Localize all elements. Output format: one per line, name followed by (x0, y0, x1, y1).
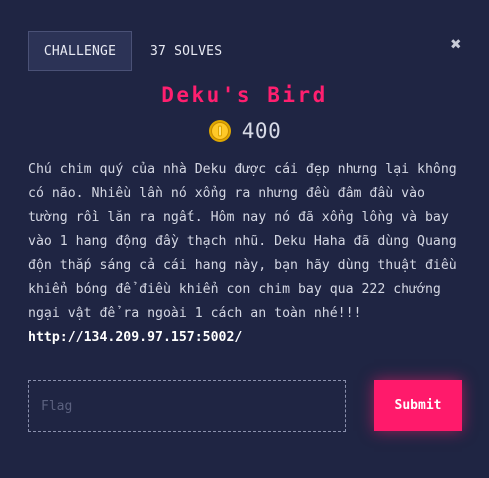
challenge-description: Chú chim quý của nhà Deku được cái đẹp n… (28, 162, 457, 321)
tab-challenge[interactable]: CHALLENGE (28, 31, 132, 71)
challenge-points: 400 (0, 119, 489, 143)
modal-tabs: CHALLENGE 37 SOLVES (28, 31, 222, 71)
tab-solves[interactable]: 37 SOLVES (150, 44, 222, 59)
submit-button[interactable]: Submit (374, 380, 462, 431)
points-value: 400 (241, 119, 282, 143)
coin-icon (208, 119, 232, 143)
flag-input[interactable] (28, 380, 346, 432)
close-icon[interactable]: ✖ (448, 36, 464, 54)
challenge-link[interactable]: http://134.209.97.157:5002/ (28, 326, 242, 350)
challenge-modal: CHALLENGE 37 SOLVES ✖ Deku's Bird 400 Ch… (0, 0, 489, 478)
challenge-title: Deku's Bird (161, 83, 328, 107)
